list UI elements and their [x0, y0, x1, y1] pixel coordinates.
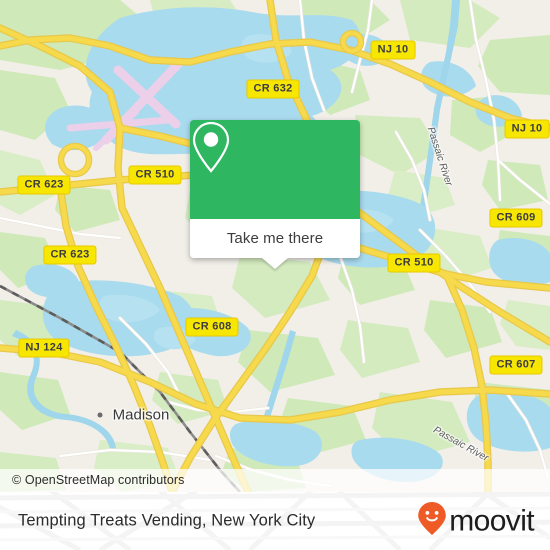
road-shield-cr-632[interactable]: CR 632 [246, 79, 300, 99]
popup-action-bar[interactable]: Take me there [190, 219, 360, 269]
road-shield-nj-10-right[interactable]: NJ 10 [504, 119, 550, 139]
road-shield-cr-510-left[interactable]: CR 510 [128, 165, 182, 185]
moovit-wordmark: moovit [449, 504, 534, 537]
location-title: Tempting Treats Vending, New York City [18, 511, 316, 530]
take-me-there-label: Take me there [226, 230, 324, 247]
place-dot [97, 412, 103, 418]
footer-bar: Tempting Treats Vending, New York City m… [0, 492, 550, 550]
osm-attribution[interactable]: © OpenStreetMap contributors [0, 469, 550, 492]
moovit-logo[interactable]: moovit [417, 501, 535, 542]
place-label: Madison [112, 406, 170, 424]
road-shield-cr-609[interactable]: CR 609 [489, 208, 543, 228]
moovit-map-share-card: NJ 10 CR 632 NJ 10 CR 510 CR 623 CR 609 CR 623… [0, 0, 550, 550]
destination-popup-card[interactable]: Take me there [190, 120, 360, 269]
road-shield-nj-124[interactable]: NJ 124 [18, 338, 70, 358]
road-shield-cr-607[interactable]: CR 607 [489, 355, 543, 375]
road-shield-cr-510-right[interactable]: CR 510 [387, 253, 441, 273]
popup-tail [262, 258, 288, 269]
map-canvas[interactable]: NJ 10 CR 632 NJ 10 CR 510 CR 623 CR 609 CR 623… [0, 0, 550, 492]
road-shield-cr-623-lower[interactable]: CR 623 [43, 245, 97, 265]
moovit-smiley-pin-icon [417, 501, 447, 542]
road-shield-nj-10-top[interactable]: NJ 10 [370, 40, 416, 60]
popup-icon-area [190, 120, 360, 219]
road-shield-cr-623-upper[interactable]: CR 623 [17, 175, 71, 195]
road-shield-cr-608[interactable]: CR 608 [185, 317, 239, 337]
